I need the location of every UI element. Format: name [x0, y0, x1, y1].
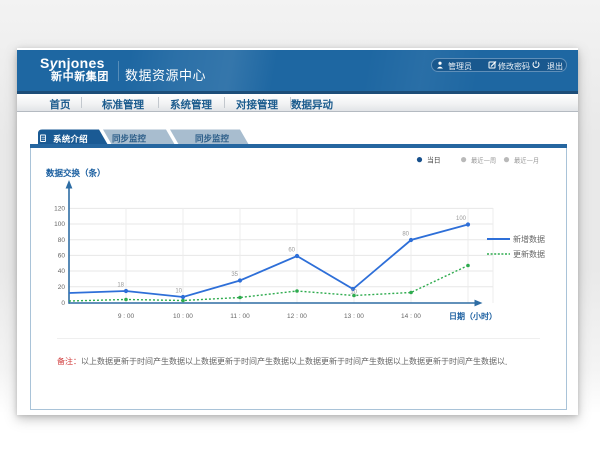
svg-text:120: 120 [54, 206, 65, 213]
svg-text:9 : 00: 9 : 00 [118, 313, 135, 320]
svg-text:80: 80 [402, 232, 409, 238]
svg-text:13 : 00: 13 : 00 [344, 313, 364, 320]
svg-text:同步监控: 同步监控 [112, 134, 147, 144]
svg-text:更新数据: 更新数据 [513, 249, 545, 259]
svg-text:最近一周: 最近一周 [471, 155, 496, 164]
svg-text:80: 80 [58, 237, 66, 244]
svg-text:10: 10 [175, 289, 182, 295]
svg-text:40: 40 [58, 268, 66, 275]
svg-text:11 : 00: 11 : 00 [230, 313, 250, 320]
svg-text:0: 0 [61, 300, 65, 307]
svg-text:系统介绍: 系统介绍 [53, 134, 88, 144]
svg-text:新增数据: 新增数据 [513, 234, 545, 244]
svg-text:同步监控: 同步监控 [195, 134, 230, 144]
svg-text:60: 60 [288, 248, 295, 254]
svg-text:100: 100 [54, 221, 65, 228]
svg-text:35: 35 [231, 272, 238, 278]
svg-text:10: 10 [350, 290, 357, 296]
svg-text:当日: 当日 [427, 155, 441, 164]
svg-text:最近一月: 最近一月 [514, 155, 539, 164]
svg-text:18: 18 [117, 283, 124, 289]
svg-text:14 : 00: 14 : 00 [401, 313, 421, 320]
svg-text:12 : 00: 12 : 00 [287, 313, 307, 320]
svg-text:100: 100 [456, 216, 467, 222]
svg-text:20: 20 [58, 284, 66, 291]
svg-text:60: 60 [58, 253, 66, 260]
svg-text:10 : 00: 10 : 00 [173, 313, 193, 320]
svg-text:日期（小时）: 日期（小时） [449, 311, 497, 321]
